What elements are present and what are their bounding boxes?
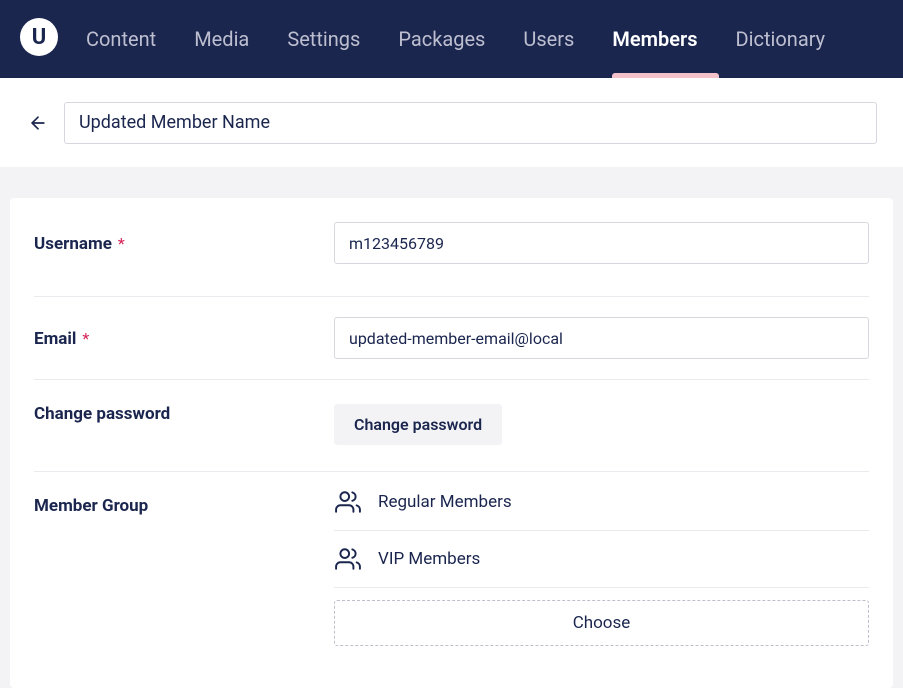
app-logo[interactable]: U bbox=[20, 18, 58, 56]
app-logo-letter: U bbox=[32, 25, 47, 50]
member-group-item[interactable]: VIP Members bbox=[334, 531, 869, 588]
member-group-item[interactable]: Regular Members bbox=[334, 484, 869, 531]
nav-item-users[interactable]: Users bbox=[523, 27, 574, 51]
nav-item-settings[interactable]: Settings bbox=[287, 27, 360, 51]
content-area: Username * Email * Change password Chang… bbox=[0, 168, 903, 688]
required-mark: * bbox=[118, 234, 125, 253]
email-input[interactable] bbox=[334, 317, 869, 359]
field-row-member-group: Member Group Regular Members VIP Members… bbox=[34, 472, 869, 664]
choose-member-group-button[interactable]: Choose bbox=[334, 600, 869, 646]
member-group-name: Regular Members bbox=[378, 492, 512, 512]
change-password-button[interactable]: Change password bbox=[334, 404, 502, 445]
page-header bbox=[0, 78, 903, 168]
member-group-name: VIP Members bbox=[378, 549, 480, 569]
users-icon bbox=[334, 488, 362, 516]
nav-item-media[interactable]: Media bbox=[194, 27, 249, 51]
back-button[interactable] bbox=[26, 111, 50, 135]
member-properties-card: Username * Email * Change password Chang… bbox=[10, 198, 893, 688]
label-change-password: Change password bbox=[34, 404, 170, 424]
active-tab-indicator bbox=[612, 73, 719, 78]
field-row-change-password: Change password Change password bbox=[34, 380, 869, 472]
nav-item-dictionary[interactable]: Dictionary bbox=[736, 27, 826, 51]
nav-item-content[interactable]: Content bbox=[86, 27, 156, 51]
nav-item-members[interactable]: Members bbox=[612, 27, 697, 51]
label-member-group: Member Group bbox=[34, 496, 148, 516]
field-row-username: Username * bbox=[34, 222, 869, 297]
nav-item-packages[interactable]: Packages bbox=[398, 27, 485, 51]
main-nav: Content Media Settings Packages Users Me… bbox=[86, 27, 825, 51]
required-mark: * bbox=[82, 329, 89, 348]
users-icon bbox=[334, 545, 362, 573]
username-input[interactable] bbox=[334, 222, 869, 264]
label-username: Username bbox=[34, 234, 112, 254]
member-name-input[interactable] bbox=[64, 102, 877, 144]
top-nav-bar: U Content Media Settings Packages Users … bbox=[0, 0, 903, 78]
label-email: Email bbox=[34, 329, 76, 349]
field-row-email: Email * bbox=[34, 297, 869, 380]
arrow-left-icon bbox=[28, 113, 48, 133]
